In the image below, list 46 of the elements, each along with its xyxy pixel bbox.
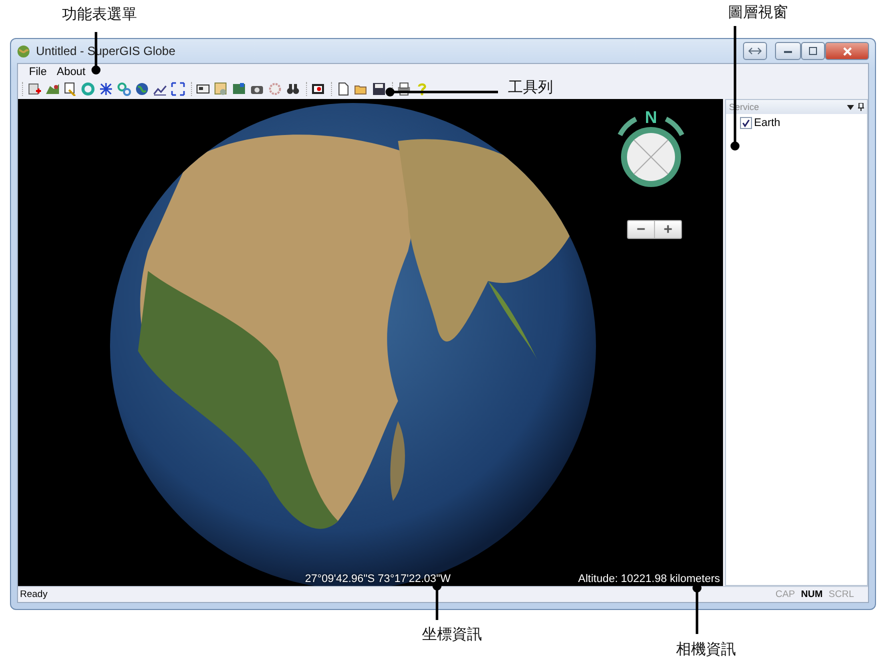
callout-label: 坐標資訊 [422, 625, 482, 644]
globe-view[interactable]: N − + 27°09'42.96"S 73°17'22.03"W Altitude: 10221.98 kilometers [18, 99, 723, 586]
globe-icon [17, 44, 30, 58]
cross-arrows-icon[interactable] [99, 82, 113, 96]
zoom-in-button[interactable]: + [654, 221, 681, 238]
identify-icon[interactable] [63, 82, 77, 96]
maximize-icon [809, 47, 817, 55]
callout-label: 圖層視窗 [728, 3, 788, 22]
callout-label: 功能表選單 [62, 5, 137, 24]
menu-item[interactable]: File [24, 66, 52, 78]
globe-icon[interactable] [135, 82, 149, 96]
close-icon [842, 46, 852, 56]
maximize-button[interactable] [801, 42, 825, 60]
add-layer-icon[interactable] [27, 82, 41, 96]
screen-icon[interactable] [196, 82, 210, 96]
new-file-icon[interactable] [336, 82, 350, 96]
layer-checkbox[interactable] [740, 117, 752, 129]
minimize-button[interactable] [775, 42, 801, 60]
record-icon[interactable] [311, 82, 325, 96]
callout-label: 工具列 [508, 78, 553, 97]
altitude-text: Altitude: 10221.98 kilometers [578, 573, 720, 585]
compass-drawing[interactable]: N [606, 105, 696, 195]
help-icon[interactable] [415, 82, 429, 96]
pin-icon[interactable] [858, 103, 864, 111]
layer-name[interactable]: Earth [754, 117, 780, 129]
save-icon[interactable] [372, 82, 386, 96]
menu-item[interactable]: About [52, 66, 90, 78]
status-indicator: SCRL [828, 589, 854, 600]
print-icon[interactable] [397, 82, 411, 96]
status-text: Ready [20, 589, 48, 600]
status-indicator: NUM [801, 589, 823, 600]
dropdown-icon[interactable] [847, 104, 854, 110]
minimize-icon [784, 49, 792, 53]
status-indicator: CAP [775, 589, 796, 600]
double-arrow-icon [748, 47, 762, 55]
map-icon[interactable] [45, 82, 59, 96]
zoom-out-button[interactable]: − [628, 221, 654, 238]
binoculars-icon[interactable] [286, 82, 300, 96]
leader-line [692, 584, 702, 634]
resize-button[interactable] [743, 42, 767, 60]
full-extent-icon[interactable] [171, 82, 185, 96]
callout-label: 相機資訊 [676, 640, 736, 659]
coordinates-text: 27°09'42.96"S 73°17'22.03"W [305, 573, 451, 585]
close-button[interactable] [825, 42, 869, 60]
pan-icon[interactable] [117, 82, 131, 96]
book-map-icon[interactable] [232, 82, 246, 96]
